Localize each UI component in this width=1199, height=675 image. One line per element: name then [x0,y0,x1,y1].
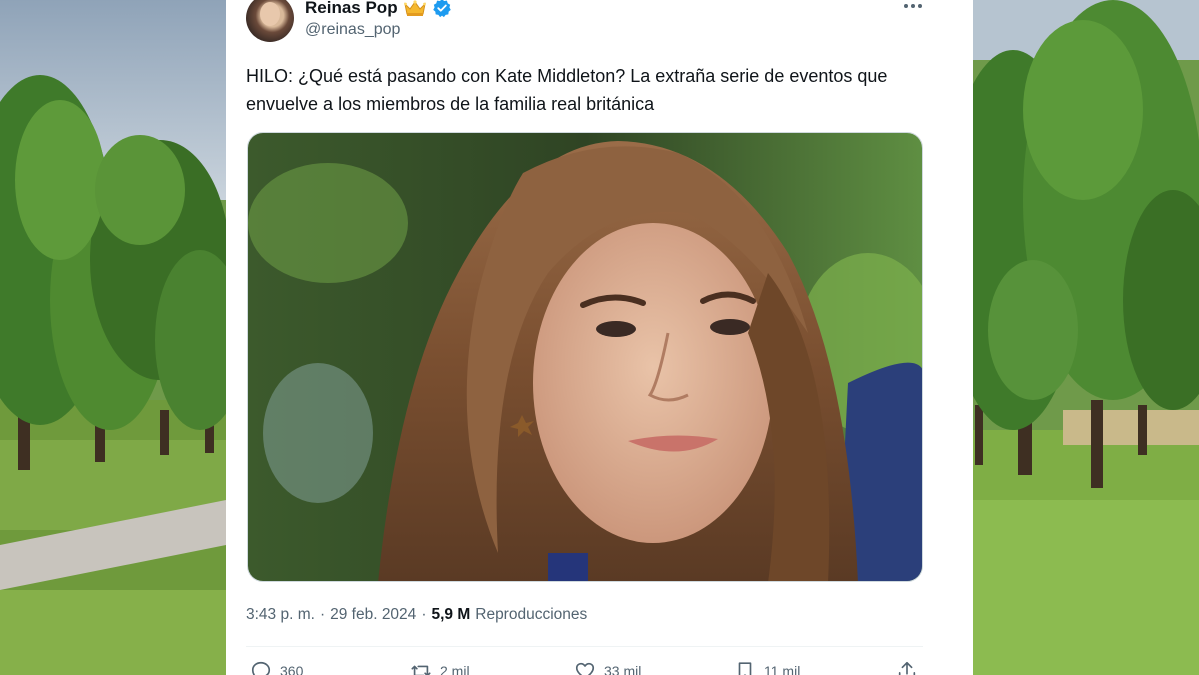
crown-emoji-icon [403,0,426,16]
divider [246,646,923,647]
repost-count: 2 mil [440,663,470,675]
share-button[interactable] [896,660,918,675]
post-actions-bar: 360 2 mil 33 mil 11 mil [246,660,926,675]
post-image[interactable] [247,132,923,582]
post-text: HILO: ¿Qué está pasando con Kate Middlet… [246,66,888,114]
reply-icon [251,661,271,675]
like-count: 33 mil [604,663,642,675]
author-avatar[interactable] [246,0,294,42]
more-options-icon[interactable] [902,0,924,14]
repost-icon [411,665,431,675]
repost-button[interactable]: 2 mil [410,660,470,675]
post-card[interactable]: Reinas Pop @reinas_pop HILO: ¿Qué está p… [226,0,973,675]
bookmark-button[interactable]: 11 mil [734,660,800,675]
post-date[interactable]: 29 feb. 2024 [330,606,416,624]
share-icon [898,661,916,675]
bookmark-icon [738,662,752,675]
views-count: 5,9 M [431,606,471,623]
author-display-name[interactable]: Reinas Pop [305,0,398,18]
reply-button[interactable]: 360 [250,660,303,675]
verified-badge-icon[interactable] [432,0,452,18]
reply-count: 360 [280,663,304,675]
bookmark-count: 11 mil [764,663,801,675]
views-label: Reproducciones [475,606,588,623]
author-name-row: Reinas Pop [305,0,452,20]
separator-dot: · [319,606,326,623]
heart-icon [575,662,595,675]
post-metadata: 3:43 p. m. · 29 feb. 2024 · 5,9 M Reprod… [246,606,587,624]
post-time[interactable]: 3:43 p. m. [246,606,315,624]
author-handle[interactable]: @reinas_pop [305,21,400,39]
separator-dot: · [421,606,427,623]
like-button[interactable]: 33 mil [574,660,641,675]
background-park-right [973,0,1199,675]
background-park-left [0,0,226,675]
